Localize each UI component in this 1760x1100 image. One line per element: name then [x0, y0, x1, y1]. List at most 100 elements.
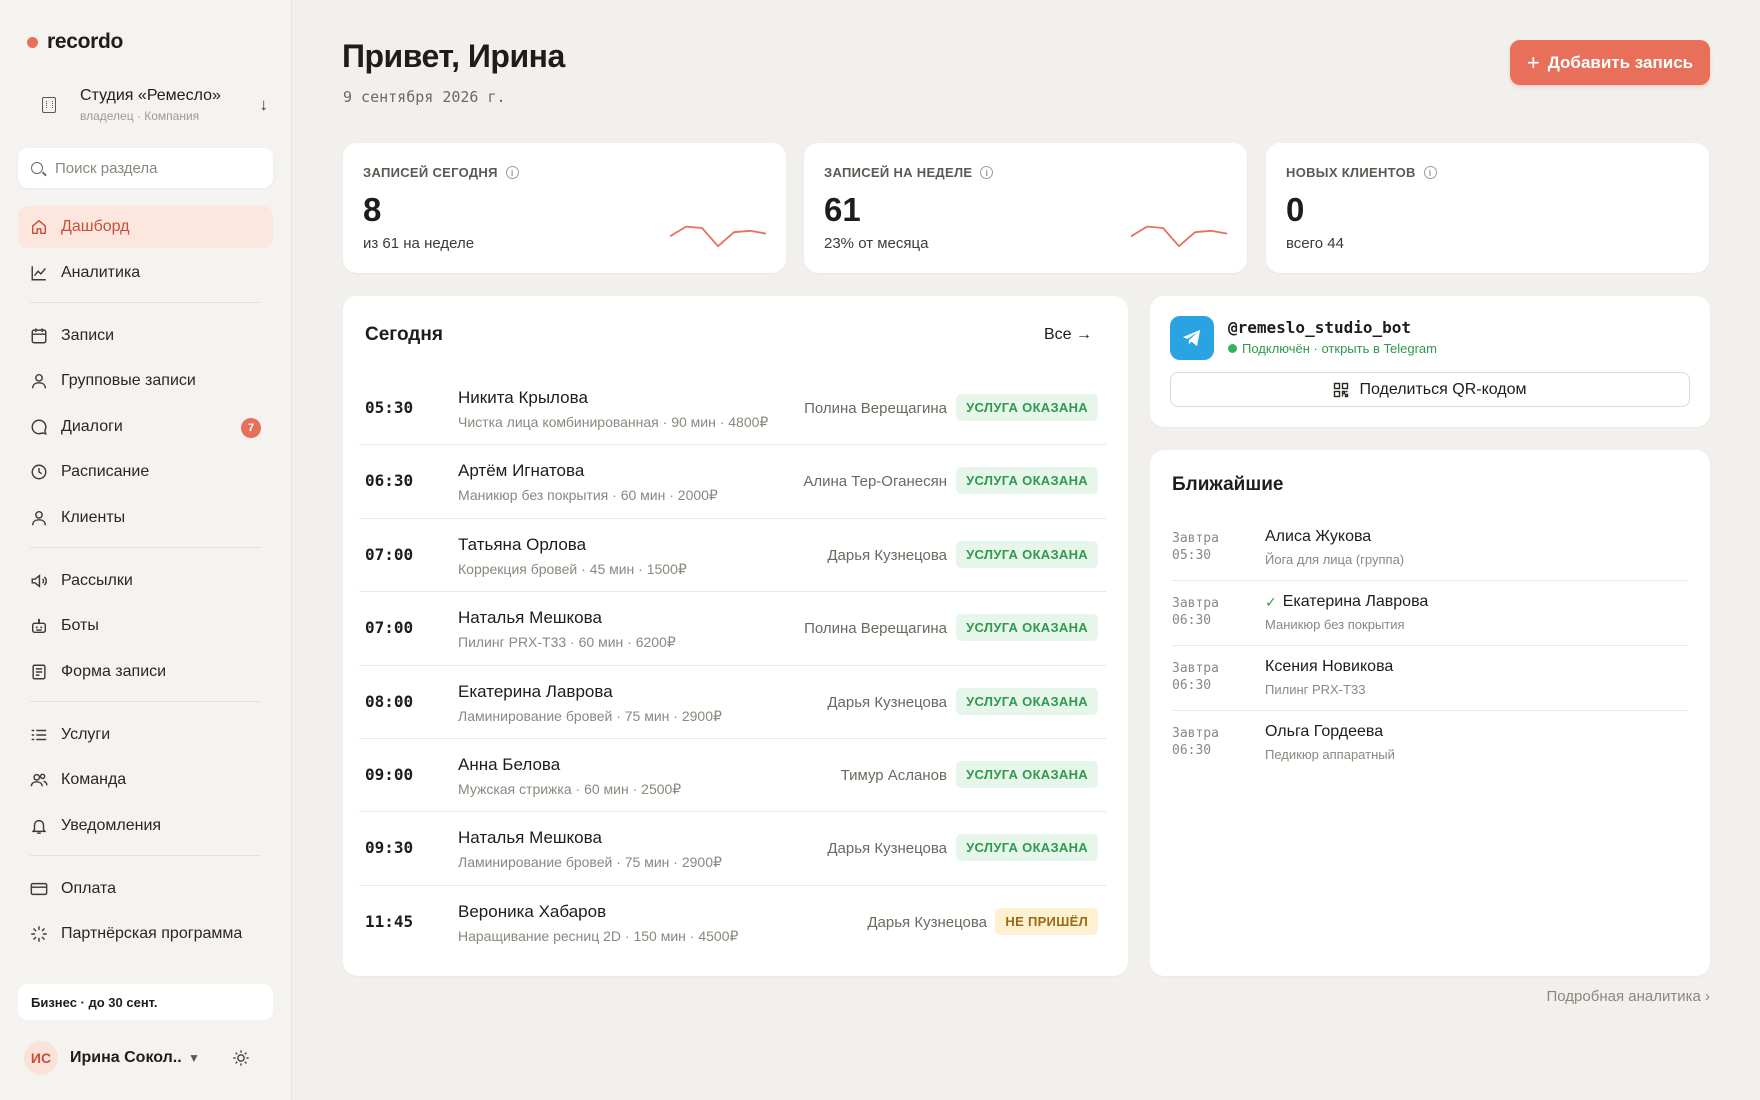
- all-records-link[interactable]: Все →: [1044, 326, 1092, 344]
- share-qr-button[interactable]: Поделиться QR-кодом: [1170, 372, 1690, 407]
- sidebar-item-label: Клиенты: [61, 508, 126, 526]
- table-row[interactable]: 08:00 Екатерина Лаврова Ламинирование бров…: [359, 666, 1106, 739]
- upcoming-time: 06:30: [1172, 678, 1212, 693]
- upcoming-time: 06:30: [1172, 743, 1212, 758]
- table-row[interactable]: 11:45 Вероника Хабаров Наращивание ресниц …: [359, 886, 1106, 959]
- bot-status-text: Подключён · открыть в Telegram: [1242, 341, 1437, 356]
- stat-card-week: ЗАПИСЕЙ НА НЕДЕЛЕ i 61 23% от месяца: [804, 143, 1247, 273]
- master-name: Дарья Кузнецова: [827, 840, 947, 858]
- theme-toggle-sun-icon[interactable]: [232, 1049, 250, 1067]
- sidebar-nav: Дашборд Аналитика Записи Групповые записи Ди…: [18, 206, 273, 959]
- search-input[interactable]: [55, 159, 245, 177]
- sidebar-item[interactable]: Форма записи: [18, 651, 273, 693]
- today-list: 05:30 Никита Крылова Чистка лица комбиниро…: [359, 372, 1106, 959]
- table-row[interactable]: 09:00 Анна Белова Мужская стрижка · 60 мин…: [359, 739, 1106, 813]
- service-details: Ламинирование бровей · 75 мин · 2900₽: [458, 854, 722, 871]
- sidebar-item[interactable]: Расписание: [18, 451, 273, 493]
- upcoming-day: Завтра: [1172, 726, 1219, 741]
- sidebar: recordo Студия «Ремесло» владелец · Комп…: [0, 0, 292, 1100]
- sidebar-item[interactable]: Диалоги 7: [18, 406, 273, 448]
- sidebar-item[interactable]: Команда: [18, 759, 273, 801]
- team-icon: [30, 771, 48, 789]
- sidebar-item[interactable]: Боты: [18, 605, 273, 647]
- stat-label: ЗАПИСЕЙ НА НЕДЕЛЕ: [824, 165, 973, 180]
- sidebar-item[interactable]: Услуги: [18, 714, 273, 756]
- info-icon[interactable]: i: [505, 166, 519, 179]
- bell-icon: [30, 817, 48, 835]
- status-badge: УСЛУГА ОКАЗАНА: [956, 687, 1098, 715]
- master-name: Полина Верещагина: [804, 620, 947, 638]
- upcoming-time: 06:30: [1172, 613, 1212, 628]
- list-item[interactable]: Завтра 06:30 Ольга Гордеева Педикюр аппарат…: [1172, 711, 1688, 776]
- info-icon[interactable]: i: [980, 166, 994, 179]
- info-icon[interactable]: i: [1423, 166, 1437, 179]
- calendar-icon: [30, 327, 48, 345]
- status-badge: УСЛУГА ОКАЗАНА: [956, 540, 1098, 568]
- stat-value: 0: [1286, 191, 1305, 228]
- clock-icon: [30, 463, 48, 481]
- table-row[interactable]: 07:00 Татьяна Орлова Коррекция бровей · 45…: [359, 519, 1106, 593]
- record-time: 07:00: [365, 544, 414, 564]
- user-icon: [30, 372, 48, 390]
- sidebar-item-label: Расписание: [61, 463, 150, 480]
- check-icon: ✓: [1265, 593, 1277, 610]
- sidebar-item[interactable]: Рассылки: [18, 560, 273, 602]
- list-item[interactable]: Завтра 05:30 Алиса Жукова Йога для лица (гр…: [1172, 516, 1688, 581]
- upcoming-client: ✓ Екатерина Лаврова: [1265, 593, 1428, 611]
- sidebar-item[interactable]: Групповые записи: [18, 360, 273, 402]
- sidebar-item-label: Дашборд: [61, 218, 130, 235]
- master-name: Дарья Кузнецова: [827, 693, 947, 711]
- stat-value: 8: [363, 191, 382, 228]
- upcoming-client: Ксения Новикова: [1265, 658, 1393, 676]
- sidebar-item[interactable]: Партнёрская программа: [18, 913, 273, 955]
- upcoming-when: Завтра 06:30: [1172, 660, 1242, 694]
- sidebar-divider: [30, 301, 261, 303]
- sidebar-item[interactable]: Клиенты: [18, 497, 273, 539]
- table-row[interactable]: 06:30 Артём Игнатова Маникюр без покрытия …: [359, 445, 1106, 519]
- add-record-button[interactable]: + Добавить запись: [1510, 40, 1710, 85]
- sidebar-item-label: Команда: [61, 771, 127, 788]
- sidebar-item-label: Групповые записи: [61, 372, 196, 389]
- plus-icon: +: [1526, 49, 1540, 75]
- share-qr-label: Поделиться QR-кодом: [1359, 380, 1527, 398]
- list-item[interactable]: Завтра 06:30 ✓ Екатерина Лаврова Маникюр без…: [1172, 581, 1688, 646]
- sidebar-item[interactable]: Записи: [18, 315, 273, 357]
- today-panel: Сегодня Все → 05:30 Никита Крылова Чистка …: [343, 296, 1128, 976]
- service-details: Чистка лица комбинированная · 90 мин · 4…: [458, 414, 769, 430]
- status-badge: УСЛУГА ОКАЗАНА: [956, 834, 1098, 862]
- sidebar-item[interactable]: Дашборд: [18, 206, 273, 248]
- home-icon: [30, 218, 48, 236]
- table-row[interactable]: 09:30 Наталья Мешкова Ламинирование бровей…: [359, 812, 1106, 886]
- user-menu[interactable]: ИС Ирина Сокол... ▼: [24, 1040, 274, 1076]
- unread-badge: 7: [241, 417, 261, 438]
- chevron-down-icon: ▼: [188, 1051, 200, 1065]
- client-name: Анна Белова: [458, 754, 561, 774]
- record-time: 11:45: [365, 911, 414, 931]
- upcoming-client-name: Ксения Новикова: [1265, 658, 1394, 675]
- record-time: 07:00: [365, 618, 414, 638]
- plan-badge[interactable]: Бизнес · до 30 сент.: [18, 984, 273, 1020]
- table-row[interactable]: 07:00 Наталья Мешкова Пилинг PRX-T33 · 60 …: [359, 592, 1106, 666]
- bot-status-link[interactable]: Подключён · открыть в Telegram: [1228, 341, 1437, 356]
- upcoming-service: Пилинг PRX-T33: [1265, 682, 1366, 697]
- upcoming-when: Завтра 05:30: [1172, 530, 1242, 564]
- list-item[interactable]: Завтра 06:30 Ксения Новикова Пилинг PRX-T33: [1172, 646, 1688, 711]
- detailed-analytics-link[interactable]: Подробная аналитика ›: [1547, 988, 1710, 1005]
- app-logo[interactable]: recordo: [27, 30, 123, 54]
- sidebar-item[interactable]: Оплата: [18, 868, 273, 910]
- company-switcher[interactable]: Студия «Ремесло» владелец · Компания ↓: [36, 82, 268, 128]
- sidebar-item[interactable]: Уведомления: [18, 805, 273, 847]
- record-time: 06:30: [365, 471, 414, 491]
- upcoming-client-name: Ольга Гордеева: [1265, 723, 1384, 740]
- status-dot-icon: [1228, 344, 1237, 353]
- status-badge: НЕ ПРИШЁЛ: [995, 907, 1098, 935]
- sidebar-item[interactable]: Аналитика: [18, 252, 273, 294]
- megaphone-icon: [30, 572, 48, 590]
- upcoming-day: Завтра: [1172, 531, 1219, 546]
- search-box[interactable]: [18, 148, 273, 188]
- table-row[interactable]: 05:30 Никита Крылова Чистка лица комбиниро…: [359, 372, 1106, 446]
- sidebar-item-label: Партнёрская программа: [61, 925, 243, 942]
- sidebar-item-label: Услуги: [61, 725, 111, 743]
- client-name: Наталья Мешкова: [458, 608, 602, 628]
- user-name: Ирина Сокол...: [70, 1049, 182, 1066]
